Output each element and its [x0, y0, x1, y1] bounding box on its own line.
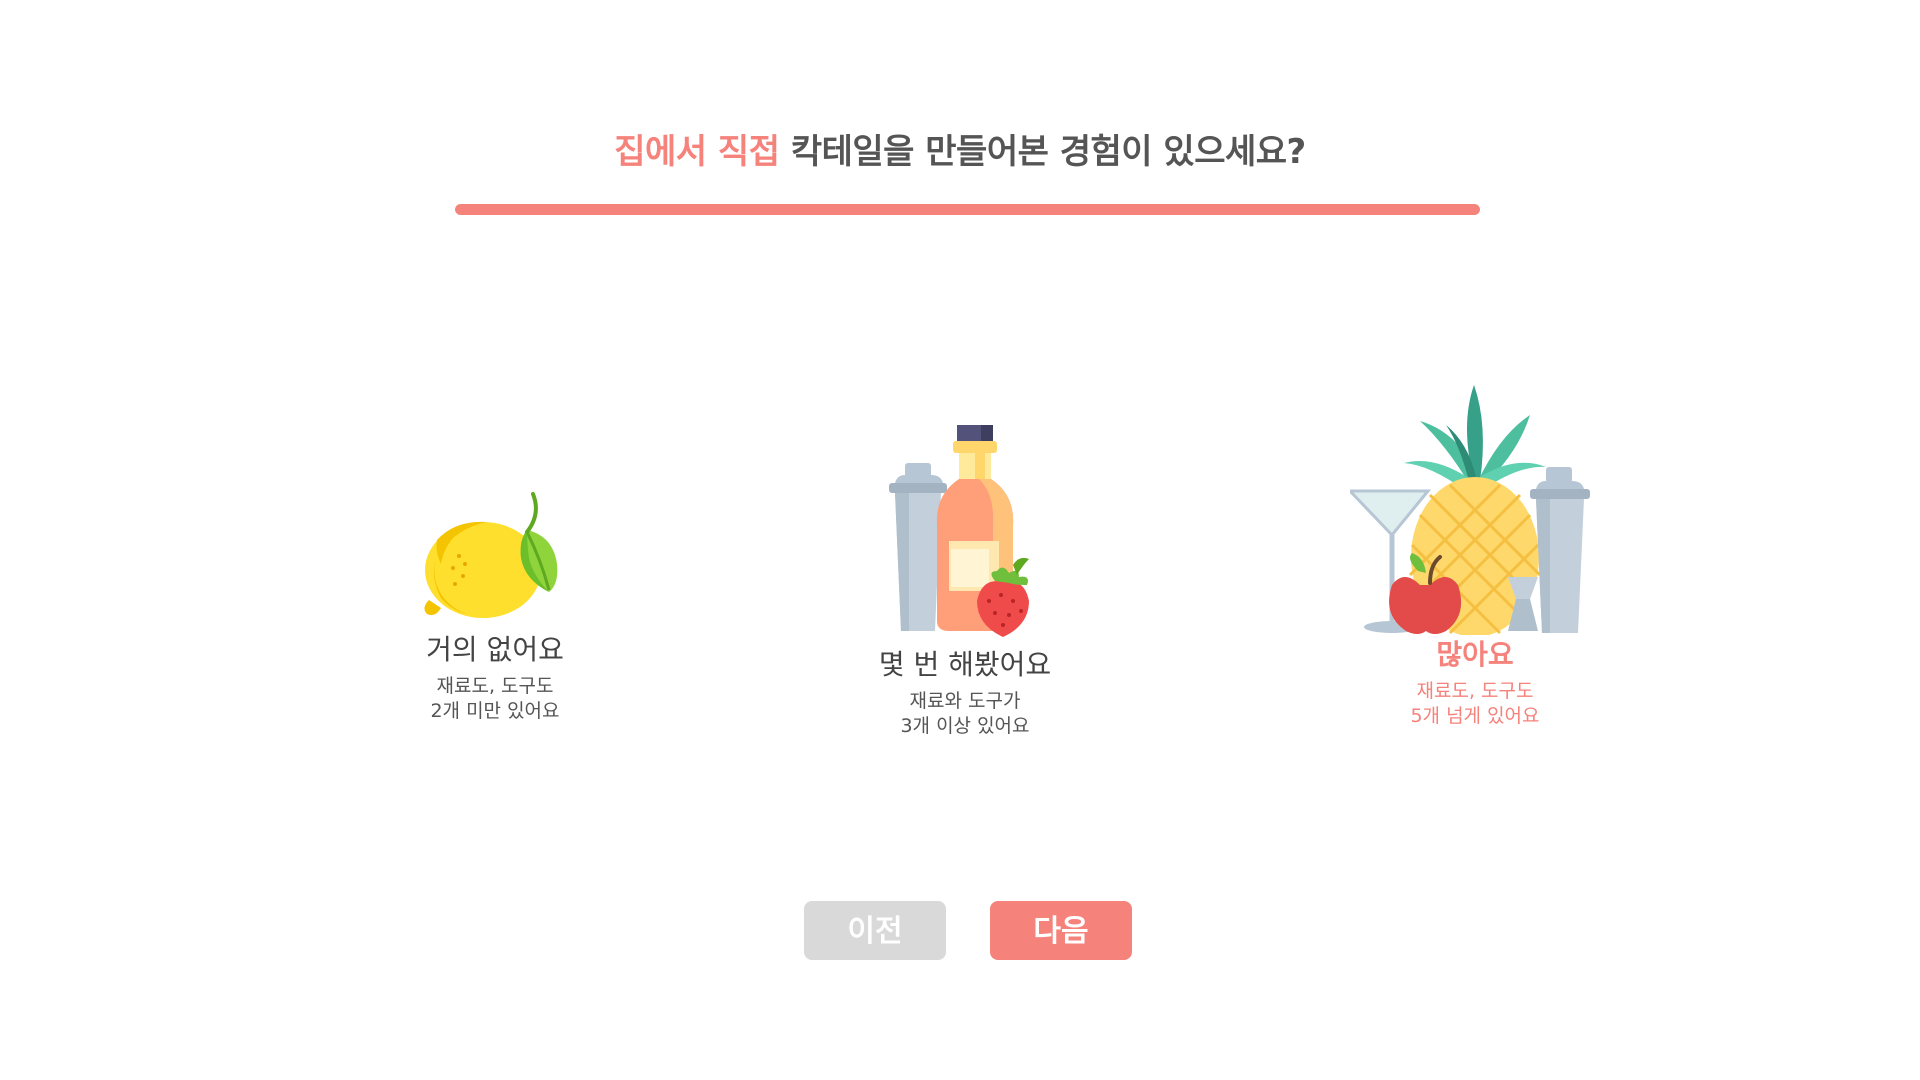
option-desc-line: 재료도, 도구도 — [1416, 680, 1534, 702]
option-description: 재료도, 도구도 5개 넘게 있어요 — [1350, 679, 1600, 729]
prev-button[interactable]: 이전 — [804, 901, 946, 960]
question-rest: 칵테일을 만들어본 경험이 있으세요? — [779, 132, 1306, 172]
option-desc-line: 3개 이상 있어요 — [900, 715, 1030, 737]
survey-page: 집에서 직접 칵테일을 만들어본 경험이 있으세요? 거의 없어요 재료도, 도… — [0, 0, 1920, 1080]
option-title: 많아요 — [1436, 638, 1514, 671]
option-desc-line: 재료와 도구가 — [909, 690, 1021, 712]
option-rarely[interactable]: 거의 없어요 재료도, 도구도 2개 미만 있어요 — [395, 480, 595, 724]
lemon-icon — [424, 492, 558, 618]
option-description: 재료도, 도구도 2개 미만 있어요 — [395, 674, 595, 724]
option-often[interactable]: 많아요 재료도, 도구도 5개 넘게 있어요 — [1350, 385, 1600, 729]
progress-fill — [455, 204, 1480, 215]
option-title: 거의 없어요 — [426, 633, 564, 666]
option-sometimes[interactable]: 몇 번 해봤어요 재료와 도구가 3개 이상 있어요 — [845, 425, 1085, 739]
question-title: 집에서 직접 칵테일을 만들어본 경험이 있으세요? — [0, 124, 1920, 173]
option-desc-line: 5개 넘게 있어요 — [1410, 705, 1540, 727]
option-desc-line: 2개 미만 있어요 — [430, 700, 560, 722]
question-highlight: 집에서 직접 — [614, 132, 780, 172]
pineapple-bar-set-icon — [1350, 385, 1590, 635]
bottle-shaker-strawberry-icon — [889, 425, 1029, 637]
option-title: 몇 번 해봤어요 — [878, 648, 1052, 681]
option-description: 재료와 도구가 3개 이상 있어요 — [845, 689, 1085, 739]
progress-bar — [455, 204, 1480, 215]
option-desc-line: 재료도, 도구도 — [436, 675, 554, 697]
next-button[interactable]: 다음 — [990, 901, 1132, 960]
